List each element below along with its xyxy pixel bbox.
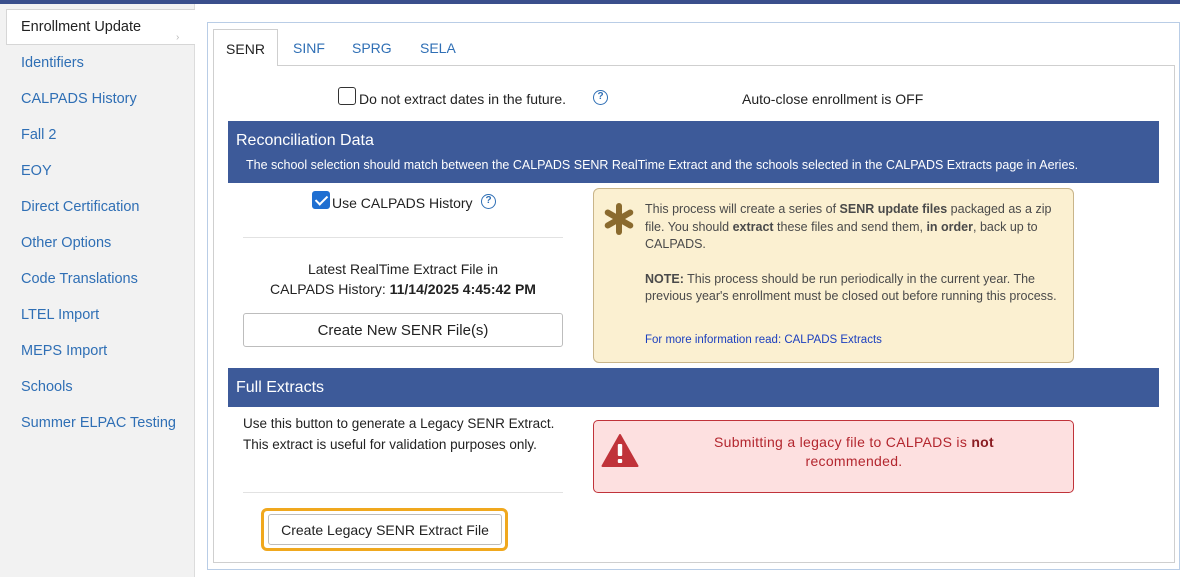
latest-extract-timestamp: 11/14/2025 4:45:42 PM — [389, 281, 536, 297]
help-icon[interactable]: ? — [481, 194, 496, 209]
use-calpads-history-checkbox[interactable] — [312, 191, 330, 209]
no-future-dates-checkbox[interactable] — [338, 87, 356, 105]
reconciliation-subtitle: The school selection should match betwee… — [246, 158, 1079, 172]
asterisk-icon — [604, 203, 634, 235]
warning-box: Submitting a legacy file to CALPADS is n… — [593, 420, 1074, 493]
info-note: This process will create a series of SEN… — [593, 188, 1074, 363]
divider — [243, 492, 563, 493]
sidebar-item-meps-import[interactable]: MEPS Import — [21, 343, 107, 359]
sidebar-item-fall-2[interactable]: Fall 2 — [21, 127, 56, 143]
latest-extract-label: Latest RealTime Extract File in — [307, 261, 499, 277]
warning-icon — [601, 434, 639, 467]
divider — [243, 237, 563, 238]
sidebar: Enrollment Update › Identifiers CALPADS … — [0, 4, 195, 577]
latest-extract-value-row: CALPADS History: 11/14/2025 4:45:42 PM — [243, 281, 563, 297]
auto-close-status: Auto-close enrollment is OFF — [742, 91, 924, 107]
sidebar-item-schools[interactable]: Schools — [21, 379, 73, 395]
sidebar-item-code-translations[interactable]: Code Translations — [21, 271, 138, 287]
sidebar-item-identifiers[interactable]: Identifiers — [21, 55, 84, 71]
warning-text: Submitting a legacy file to CALPADS is n… — [713, 434, 994, 469]
legacy-description: Use this button to generate a Legacy SEN… — [243, 416, 555, 452]
sidebar-item-label: Enrollment Update — [21, 19, 142, 35]
sidebar-item-calpads-history[interactable]: CALPADS History — [21, 91, 137, 107]
calpads-extracts-link[interactable]: For more information read: CALPADS Extra… — [645, 334, 882, 346]
create-legacy-senr-button[interactable]: Create Legacy SENR Extract File — [268, 514, 502, 545]
sidebar-item-eoy[interactable]: EOY — [21, 163, 52, 179]
tab-sela[interactable]: SELA — [420, 29, 456, 66]
help-icon[interactable]: ? — [593, 90, 608, 105]
latest-extract-label-2: CALPADS History: — [270, 281, 386, 297]
sidebar-item-enrollment-update[interactable]: Enrollment Update — [6, 9, 195, 45]
full-extracts-header: Full Extracts — [228, 368, 1159, 407]
use-calpads-history-label: Use CALPADS History — [332, 195, 473, 211]
sidebar-item-other-options[interactable]: Other Options — [21, 235, 111, 251]
create-new-senr-button[interactable]: Create New SENR File(s) — [243, 313, 563, 347]
sidebar-item-direct-certification[interactable]: Direct Certification — [21, 199, 139, 215]
tab-sprg[interactable]: SPRG — [352, 29, 392, 66]
reconciliation-title: Reconciliation Data — [236, 132, 374, 149]
chevron-right-icon: › — [176, 32, 180, 43]
tab-sinf[interactable]: SINF — [293, 29, 325, 66]
tab-senr[interactable]: SENR — [213, 29, 278, 66]
reconciliation-header: Reconciliation Data The school selection… — [228, 121, 1159, 183]
note-text: This process will create a series of SEN… — [645, 202, 1057, 303]
no-future-dates-label: Do not extract dates in the future. — [359, 91, 567, 107]
full-extracts-title: Full Extracts — [236, 379, 325, 396]
sidebar-item-ltel-import[interactable]: LTEL Import — [21, 307, 99, 323]
sidebar-item-summer-elpac-testing[interactable]: Summer ELPAC Testing — [21, 415, 176, 431]
